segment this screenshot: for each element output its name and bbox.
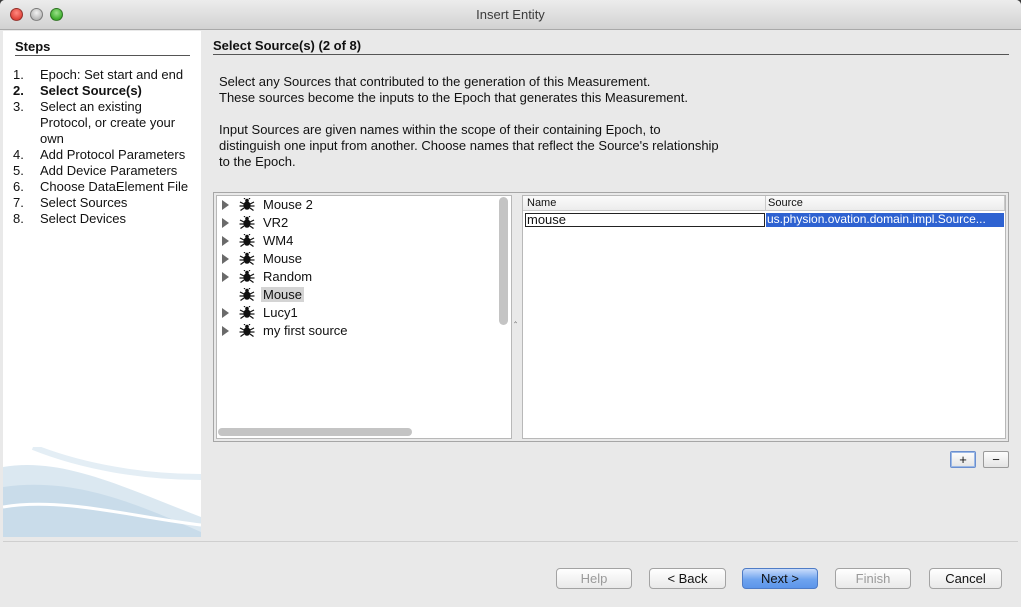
expand-arrow-icon[interactable] <box>222 308 229 318</box>
tree-item[interactable]: Mouse <box>217 250 507 268</box>
expand-arrow-icon[interactable] <box>222 218 229 228</box>
finish-button[interactable]: Finish <box>835 568 911 589</box>
remove-row-button[interactable]: − <box>983 451 1009 468</box>
bug-icon <box>239 323 255 338</box>
step-item: 7. Select Sources <box>13 195 195 211</box>
step-item: 4. Add Protocol Parameters <box>13 147 195 163</box>
description-line: distinguish one input from another. Choo… <box>219 138 719 153</box>
tree-item-label: Mouse <box>261 287 305 302</box>
step-label: Select Sources <box>40 195 128 210</box>
step-number: 8. <box>13 211 24 226</box>
tree-item-label: Lucy1 <box>263 305 298 320</box>
step-item: 2. Select Source(s) <box>13 83 195 99</box>
expand-arrow-icon[interactable] <box>222 236 229 246</box>
step-label: Select Devices <box>40 211 126 226</box>
step-number: 3. <box>13 99 24 114</box>
title-bar: Insert Entity <box>0 0 1021 30</box>
steps-heading: Steps <box>15 39 190 56</box>
step-label: Add Protocol Parameters <box>40 147 186 162</box>
step-item: 1. Epoch: Set start and end <box>13 67 195 83</box>
tree-item-label: Mouse <box>263 251 303 266</box>
steps-list: 1. Epoch: Set start and end 2. Select Sourc… <box>13 67 195 227</box>
tree-item[interactable]: VR2 <box>217 214 507 232</box>
tree-item-label: WM4 <box>263 233 294 248</box>
expand-arrow-icon[interactable] <box>222 200 229 210</box>
tree-item-label: Mouse 2 <box>263 197 313 212</box>
step-label: Choose DataElement File <box>40 179 189 194</box>
tree-item[interactable]: Mouse <box>217 286 507 304</box>
tree-item[interactable]: WM4 <box>217 232 507 250</box>
step-item: 5. Add Device Parameters <box>13 163 195 179</box>
step-number: 6. <box>13 179 24 194</box>
description-line: to the Epoch. <box>219 154 296 169</box>
insert-entity-window: Insert Entity Steps 1. Epoch: Set start a… <box>0 0 1021 607</box>
source-tree[interactable]: Mouse 2 VR2 WM4 Mouse Random Mouse Lucy1 my fir… <box>216 195 512 439</box>
step-number: 1. <box>13 67 24 82</box>
bug-icon <box>239 197 255 212</box>
source-cell[interactable]: us.physion.ovation.domain.impl.Source... <box>766 213 1004 227</box>
bug-icon <box>239 215 255 230</box>
bug-icon <box>239 287 255 302</box>
tree-item[interactable]: Mouse 2 <box>217 196 507 214</box>
add-row-button[interactable]: + <box>950 451 976 468</box>
inputs-table: Name Source mouse us.physion.ovation.dom… <box>522 195 1006 439</box>
window-title: Insert Entity <box>476 7 545 22</box>
cancel-button[interactable]: Cancel <box>929 568 1002 589</box>
tree-horizontal-scrollbar[interactable] <box>218 428 412 436</box>
step-number: 4. <box>13 147 24 162</box>
description-line: Select any Sources that contributed to t… <box>219 74 651 89</box>
expand-arrow-icon[interactable] <box>222 254 229 264</box>
next-button[interactable]: Next > <box>742 568 818 589</box>
tree-item-label: Random <box>263 269 313 284</box>
description-line: Input Sources are given names within the… <box>219 122 661 137</box>
step-label: Select Source(s) <box>40 83 142 98</box>
step-number: 2. <box>13 83 24 98</box>
split-divider-handle[interactable]: ‸ <box>514 313 517 324</box>
step-item: 8. Select Devices <box>13 211 195 227</box>
tree-item[interactable]: my first source <box>217 322 507 340</box>
step-item: 6. Choose DataElement File <box>13 179 195 195</box>
back-button[interactable]: < Back <box>649 568 726 589</box>
tree-item[interactable]: Random <box>217 268 507 286</box>
steps-panel: Steps 1. Epoch: Set start and end 2. Select… <box>3 31 201 537</box>
description: Select any Sources that contributed to t… <box>219 74 799 186</box>
expand-arrow-icon[interactable] <box>222 272 229 282</box>
step-item: 3. Select an existing Protocol, or create… <box>13 99 195 147</box>
column-header-source[interactable]: Source <box>768 197 803 209</box>
bug-icon <box>239 269 255 284</box>
table-header: Name Source <box>523 196 1005 211</box>
bug-icon <box>239 305 255 320</box>
tree-item-label: VR2 <box>263 215 289 230</box>
name-cell-editor[interactable]: mouse <box>525 213 765 227</box>
page-title: Select Source(s) (2 of 8) <box>213 38 1009 55</box>
step-number: 5. <box>13 163 24 178</box>
step-label: Epoch: Set start and end <box>40 67 184 82</box>
tree-item-label: my first source <box>263 323 348 338</box>
step-label: Add Device Parameters <box>40 163 178 178</box>
bug-icon <box>239 251 255 266</box>
decorative-swoosh <box>3 447 201 537</box>
step-number: 7. <box>13 195 24 210</box>
footer-divider <box>3 541 1018 542</box>
tree-item[interactable]: Lucy1 <box>217 304 507 322</box>
expand-arrow-icon[interactable] <box>222 326 229 336</box>
help-button[interactable]: Help <box>556 568 632 589</box>
column-header-name[interactable]: Name <box>527 197 556 209</box>
description-line: These sources become the inputs to the E… <box>219 90 688 105</box>
step-label: Select an existing Protocol, or create y… <box>40 99 176 146</box>
bug-icon <box>239 233 255 248</box>
tree-vertical-scrollbar[interactable] <box>499 197 508 325</box>
